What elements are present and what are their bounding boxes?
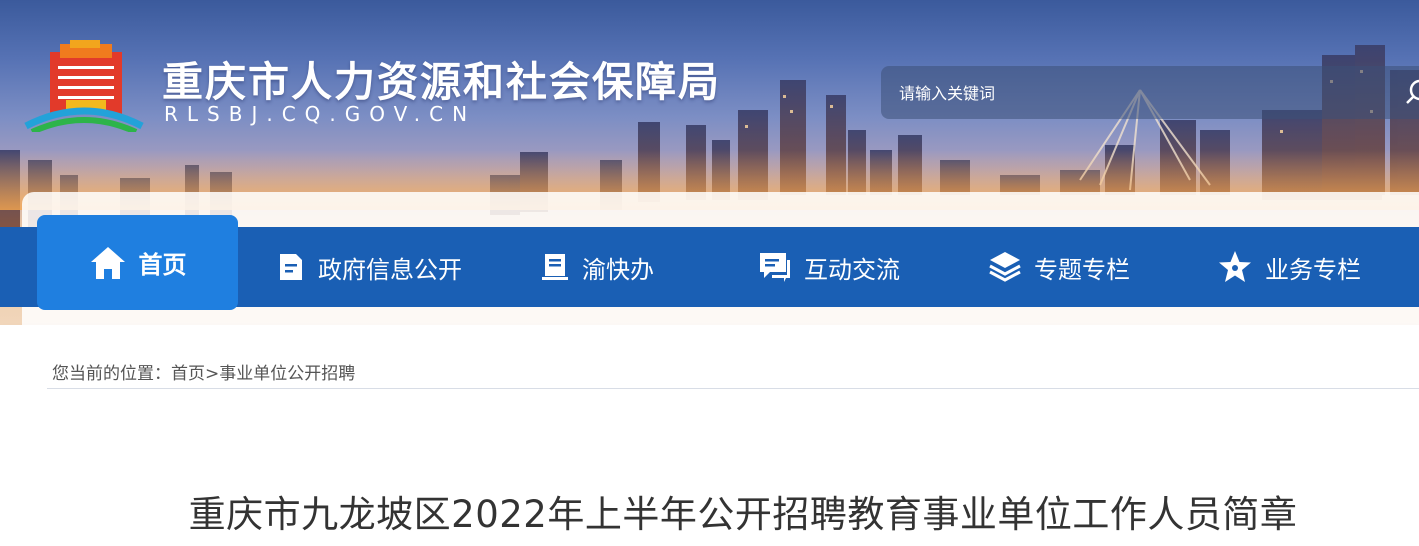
layers-icon [988, 250, 1022, 284]
nav-item-label: 业务专栏 [1265, 255, 1361, 284]
home-icon [89, 244, 127, 282]
breadcrumb-current-link[interactable]: 事业单位公开招聘 [219, 364, 355, 384]
site-domain: RLSBJ.CQ.GOV.CN [164, 102, 477, 126]
breadcrumb-home-link[interactable]: 首页 [171, 364, 205, 384]
star-icon [1217, 249, 1253, 285]
nav-item-yukuaiban[interactable]: 渝快办 [540, 227, 654, 307]
breadcrumb: 您当前的位置：首页>事业单位公开招聘 [52, 359, 355, 384]
breadcrumb-area: 您当前的位置：首页>事业单位公开招聘 [0, 325, 1419, 415]
search-box [881, 66, 1419, 119]
chat-icon [758, 250, 792, 284]
search-input[interactable] [899, 80, 1379, 106]
nav-item-label: 政府信息公开 [318, 255, 462, 284]
book-icon [540, 252, 570, 282]
nav-item-home[interactable]: 首页 [37, 215, 238, 310]
nav-item-business[interactable]: 业务专栏 [1217, 227, 1361, 307]
nav-item-gov-info[interactable]: 政府信息公开 [276, 227, 462, 307]
nav-item-label: 专题专栏 [1034, 255, 1130, 284]
nav-item-topics[interactable]: 专题专栏 [988, 227, 1130, 307]
article-title: 重庆市九龙坡区2022年上半年公开招聘教育事业单位工作人员简章 [188, 493, 1298, 536]
bureau-logo [24, 40, 144, 132]
search-icon[interactable] [1405, 79, 1419, 105]
site-title: 重庆市人力资源和社会保障局 [162, 58, 721, 106]
nav-item-label: 渝快办 [582, 255, 654, 284]
breadcrumb-separator: > [205, 364, 220, 384]
main-nav: 首页 政府信息公开 渝快办 互动交流 专题专栏 业务专栏 [0, 215, 1419, 310]
document-icon [276, 252, 306, 282]
breadcrumb-divider [47, 388, 1419, 389]
nav-item-interaction[interactable]: 互动交流 [758, 227, 900, 307]
nav-item-label: 首页 [138, 251, 187, 279]
breadcrumb-prefix: 您当前的位置： [52, 364, 171, 384]
nav-item-label: 互动交流 [804, 255, 900, 284]
